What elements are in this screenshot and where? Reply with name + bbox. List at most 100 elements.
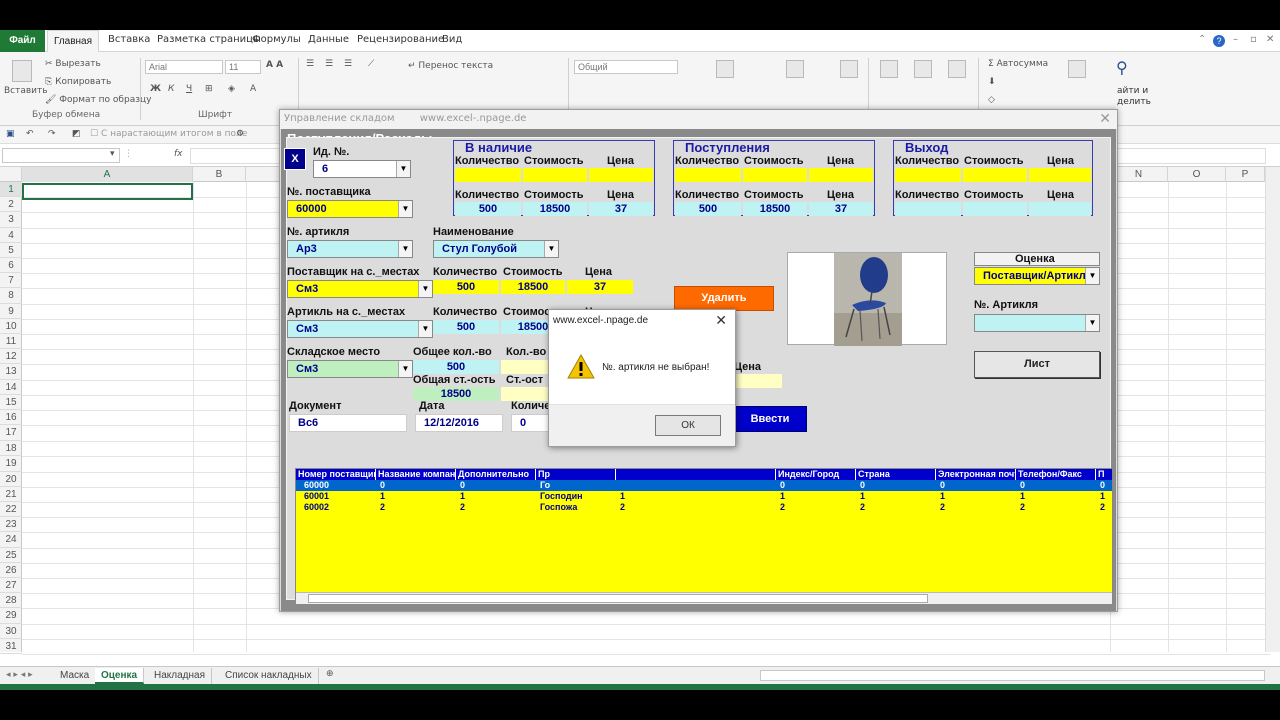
cut-button[interactable]: ✂ Вырезать [45,59,101,69]
font-name-select[interactable]: Arial [145,60,223,74]
row-header[interactable]: 5 [0,243,22,258]
supplier-no-combo[interactable]: 60000 ▼ [287,200,413,218]
name-combo[interactable]: Стул Голубой ▼ [433,240,559,258]
table-header-cell[interactable]: Номер поставщика [296,469,376,480]
column-header-o[interactable]: O [1168,167,1226,182]
table-header-cell[interactable]: Название компании [376,469,456,480]
tab-view[interactable]: Вид [442,34,462,45]
row-header[interactable]: 12 [0,349,22,365]
align-bottom-icon[interactable]: ☰ [344,59,352,69]
column-header-n[interactable]: N [1110,167,1168,182]
sheet-button[interactable]: Лист [974,351,1100,378]
row-header[interactable]: 9 [0,304,22,319]
binoculars-icon[interactable]: ⚲ [1116,58,1128,78]
row-header[interactable]: 10 [0,319,22,334]
article-no-combo[interactable]: Ар3 ▼ [287,240,413,258]
clear-icon[interactable]: ◇ [988,95,995,105]
chevron-down-icon[interactable]: ▼ [1085,268,1099,284]
find-select-label-2[interactable]: делить [1117,97,1151,107]
chevron-down-icon[interactable]: ▼ [418,281,432,297]
name-box[interactable] [2,148,120,163]
row-header[interactable]: 21 [0,487,22,502]
window-close-icon[interactable]: ✕ [1266,34,1274,45]
column-header-p[interactable]: P [1226,167,1265,182]
tab-formulas[interactable]: Формулы [252,34,301,45]
table-row[interactable]: 60000 0 0 Го 0 0 0 0 0 [296,480,1112,491]
select-all-corner[interactable] [0,167,22,182]
article-location-combo[interactable]: См3 ▼ [287,320,433,338]
id-combo[interactable]: 6 ▼ [313,160,411,178]
chevron-down-icon[interactable]: ▼ [398,361,412,377]
tab-home[interactable]: Главная [47,30,99,53]
cell-styles-icon[interactable] [840,60,858,78]
enter-button[interactable]: Ввести [733,406,807,432]
row-header[interactable]: 27 [0,578,22,594]
table-row[interactable]: 60002 2 2 Госпожа 2 2 2 2 2 2 [296,502,1112,513]
chevron-down-icon[interactable]: ▼ [1085,315,1099,331]
tab-data[interactable]: Данные [308,34,349,45]
table-header-cell[interactable]: П [1096,469,1112,480]
active-cell[interactable] [22,183,193,200]
column-header-b[interactable]: B [193,167,246,182]
chart-icon[interactable]: ◩ [72,129,81,139]
tab-review[interactable]: Рецензирование [357,34,444,45]
window-restore-icon[interactable]: ▫ [1250,34,1257,45]
vertical-scrollbar[interactable] [1265,167,1280,652]
row-header[interactable]: 17 [0,425,22,442]
supplier-location-combo[interactable]: См3 ▼ [287,280,433,298]
row-header[interactable]: 23 [0,517,22,533]
row-header[interactable]: 7 [0,273,22,289]
row-header[interactable]: 2 [0,197,22,213]
conditional-format-icon[interactable] [716,60,734,78]
help-icon[interactable]: ? [1213,35,1225,47]
underline-icon[interactable]: Ч [186,84,192,94]
sort-filter-icon[interactable] [1068,60,1086,78]
tab-file[interactable]: Файл [0,30,45,52]
increase-font-icon[interactable]: A A [266,60,283,70]
row-header[interactable]: 24 [0,532,22,548]
italic-icon[interactable]: К [168,84,174,94]
delete-cells-icon[interactable] [914,60,932,78]
undo-icon[interactable]: ↶ [26,129,34,139]
row-header[interactable]: 19 [0,456,22,472]
format-cells-icon[interactable] [948,60,966,78]
row-header[interactable]: 28 [0,593,22,609]
row-header[interactable]: 8 [0,288,22,304]
row-header[interactable]: 30 [0,624,22,639]
insert-cells-icon[interactable] [880,60,898,78]
new-sheet-icon[interactable]: ⊕ [326,669,334,679]
row-header[interactable]: 20 [0,472,22,487]
paste-label[interactable]: Вставить [4,86,48,96]
function-icon[interactable]: fx [174,149,183,159]
row-header[interactable]: 26 [0,563,22,578]
table-header-cell[interactable]: Дополнительно [456,469,536,480]
number-format-select[interactable]: Общий [574,60,678,74]
save-icon[interactable]: ▣ [6,129,15,139]
document-input[interactable]: Вс6 [289,414,407,432]
sheet-tab-invoice-list[interactable]: Список накладных [219,668,319,684]
font-color-icon[interactable]: A [250,84,256,94]
row-header[interactable]: 13 [0,364,22,380]
message-box-close-icon[interactable]: ✕ [715,312,727,329]
row-header[interactable]: 22 [0,502,22,518]
table-header-cell[interactable] [616,469,776,480]
date-input[interactable]: 12/12/2016 [415,414,503,432]
orientation-icon[interactable]: ⟋ [368,59,374,69]
delete-button[interactable]: Удалить [674,286,774,311]
form-close-icon[interactable]: ✕ [1099,111,1111,127]
window-minimize-icon[interactable]: – [1233,34,1238,45]
chevron-down-icon[interactable]: ▼ [418,321,432,337]
chevron-down-icon[interactable]: ▼ [398,201,412,217]
row-header[interactable]: 3 [0,212,22,228]
close-form-button[interactable]: X [284,148,306,170]
sheet-tab-invoice[interactable]: Накладная [148,668,213,684]
wrap-text-button[interactable]: ↵ Перенос текста [408,61,493,71]
tab-page-layout[interactable]: Разметка страницы [157,34,261,45]
row-header[interactable]: 29 [0,608,22,624]
row-header[interactable]: 14 [0,380,22,395]
horizontal-scrollbar[interactable] [760,670,1265,681]
fill-color-icon[interactable]: ◈ [228,84,235,94]
scrollbar-thumb[interactable] [308,594,928,603]
sheet-nav-arrows-icon[interactable]: ◂ ▸ ◂ ▸ [6,670,33,680]
row-header[interactable]: 31 [0,639,22,654]
